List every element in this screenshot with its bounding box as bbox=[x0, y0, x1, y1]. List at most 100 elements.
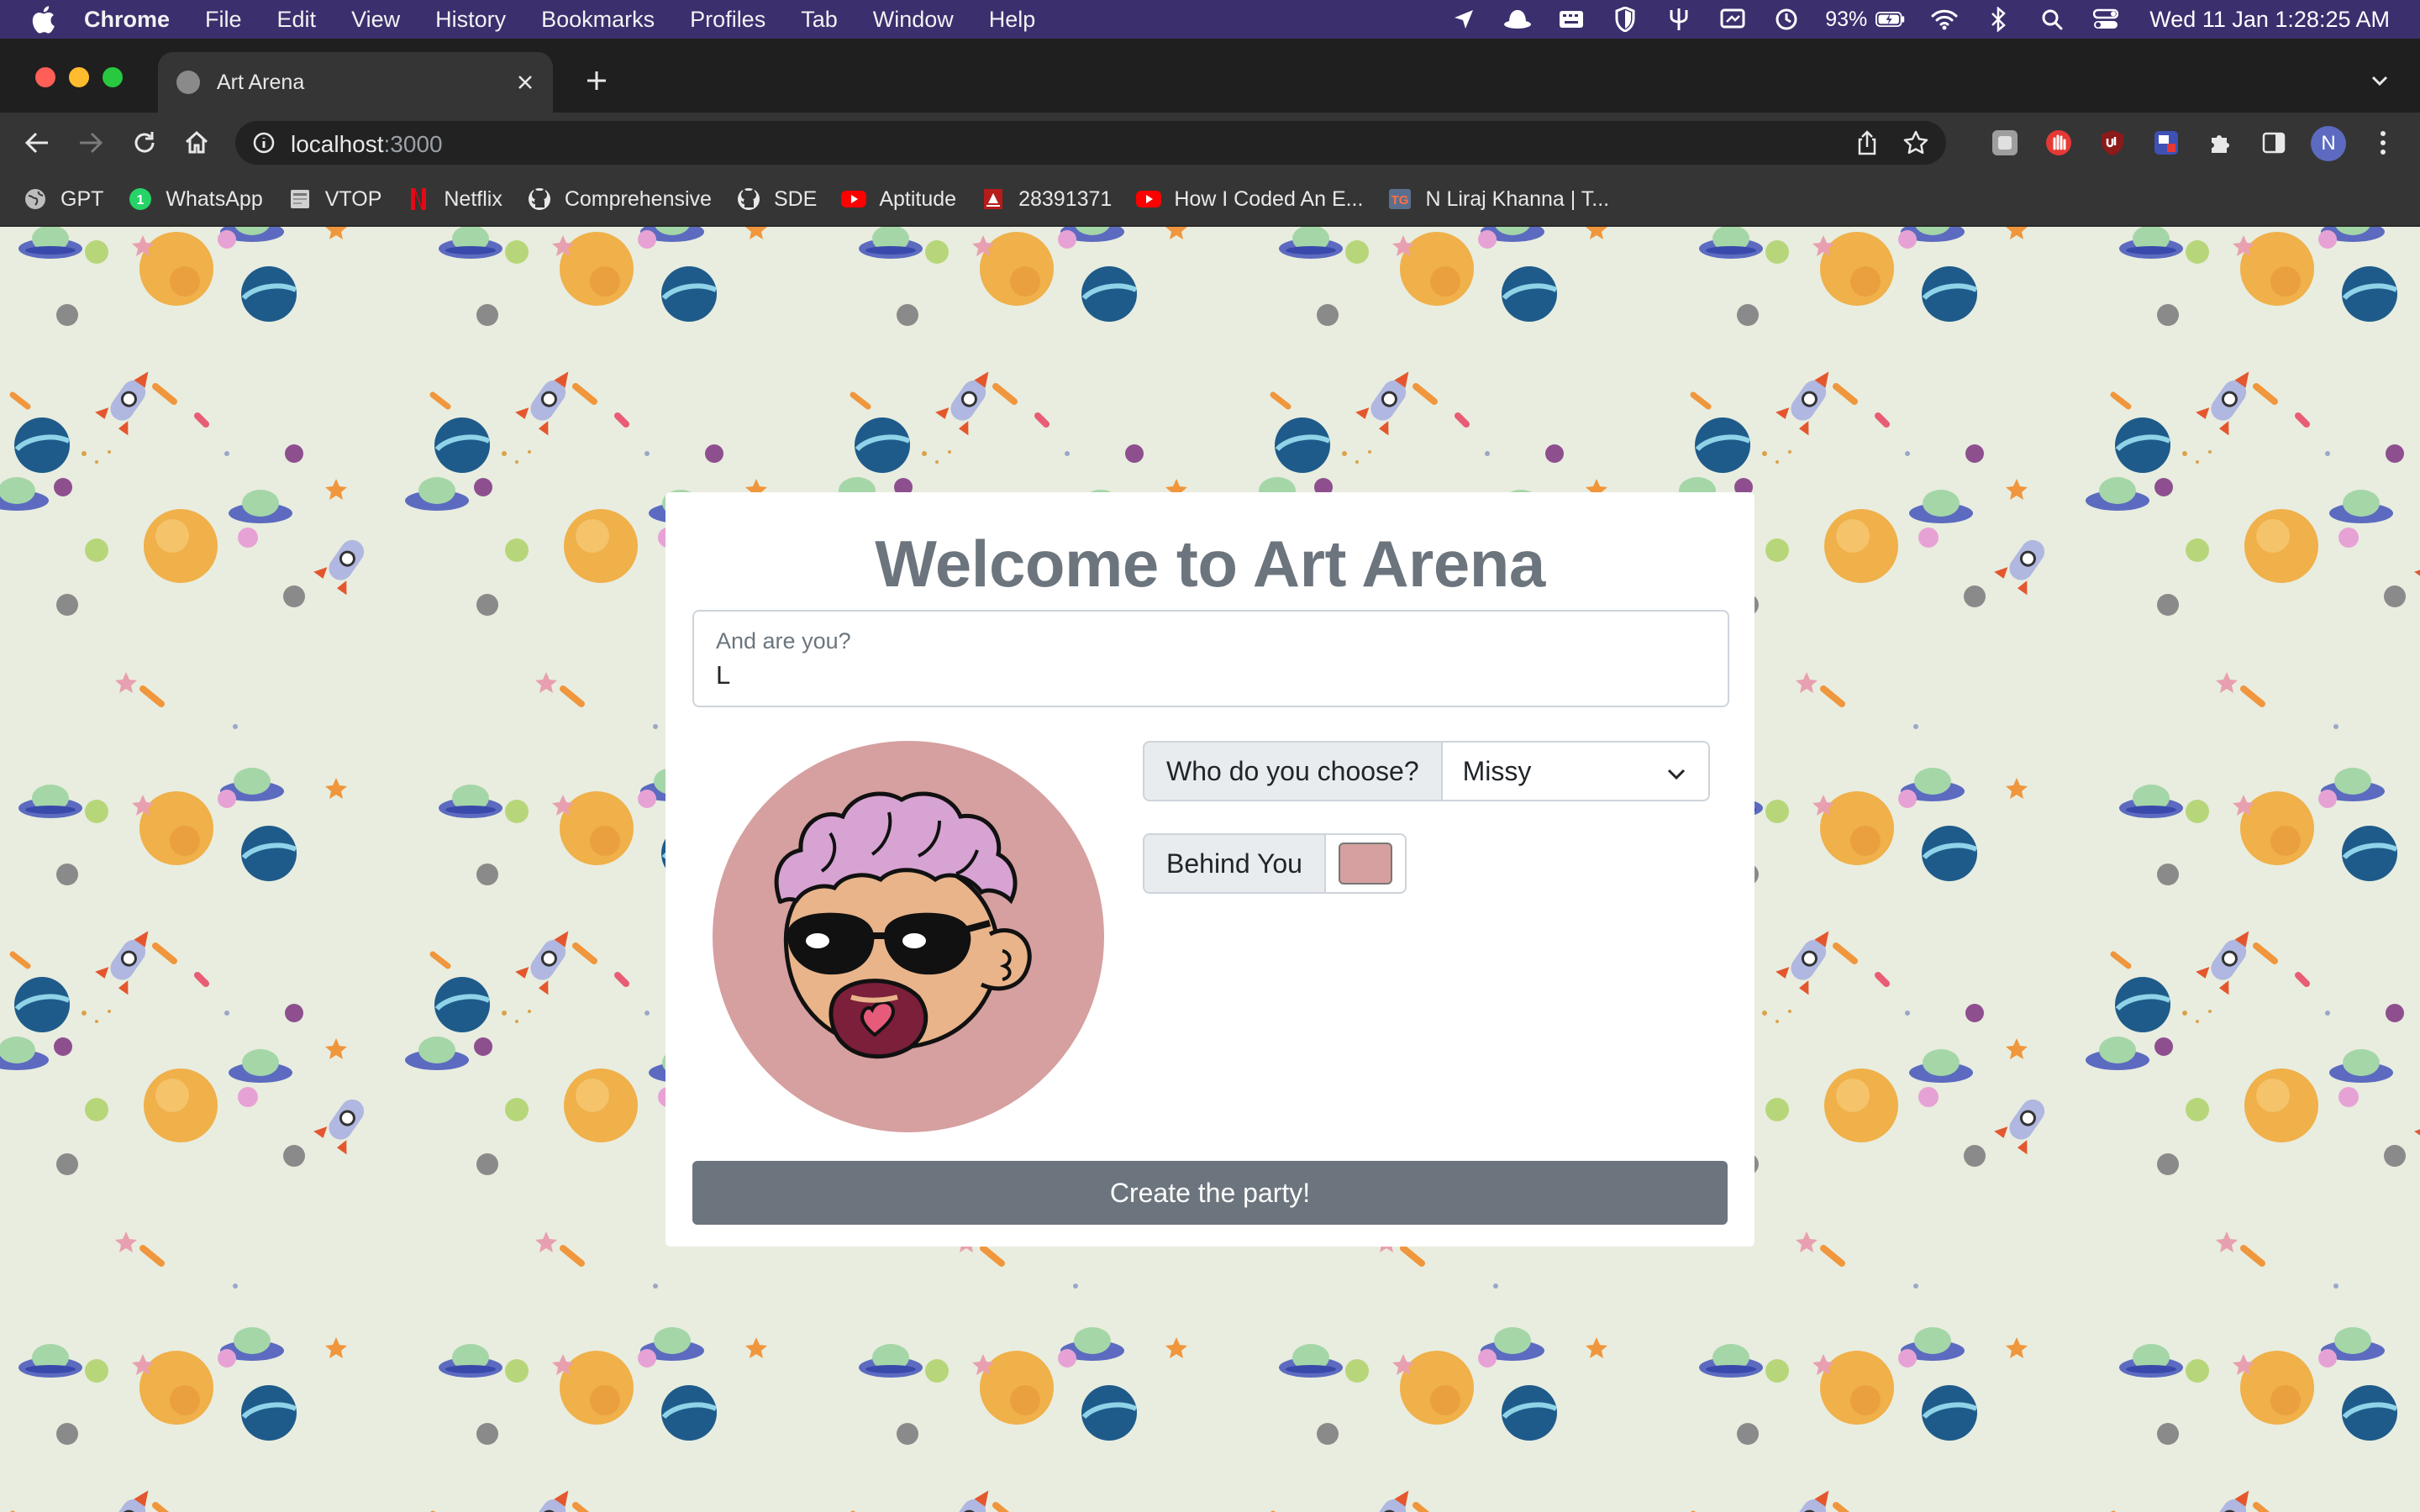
chevron-down-icon[interactable] bbox=[2363, 64, 2396, 97]
bookmark-vtop[interactable]: VTOP bbox=[287, 186, 382, 213]
bookmark-sde[interactable]: SDE bbox=[735, 186, 817, 213]
menu-history[interactable]: History bbox=[435, 7, 506, 33]
home-icon[interactable] bbox=[178, 124, 215, 161]
puzzle-extensions-icon[interactable] bbox=[2203, 126, 2237, 160]
bookmark-star-icon[interactable] bbox=[1902, 129, 1929, 156]
back-arrow-icon[interactable] bbox=[18, 124, 55, 161]
background-color-label: Behind You bbox=[1143, 833, 1326, 894]
bookmark-aptitude[interactable]: Aptitude bbox=[840, 186, 956, 213]
control-center-icon[interactable] bbox=[2091, 4, 2121, 34]
menu-view[interactable]: View bbox=[351, 7, 400, 33]
menubar-clock[interactable]: Wed 11 Jan 1:28:25 AM bbox=[2149, 7, 2390, 33]
bookmark-netflix[interactable]: Netflix bbox=[405, 186, 502, 213]
name-field-value[interactable]: L bbox=[716, 660, 730, 690]
menu-tab[interactable]: Tab bbox=[801, 7, 838, 33]
bookmark-n-liraj-khanna[interactable]: TG N Liraj Khanna | T... bbox=[1386, 186, 1609, 213]
bookmark-label: GPT bbox=[60, 186, 104, 211]
bookmark-label: Comprehensive bbox=[564, 186, 712, 211]
hand-stop-extension-icon[interactable] bbox=[2042, 126, 2075, 160]
tg-icon: TG bbox=[1386, 186, 1413, 213]
character-select-value: Missy bbox=[1462, 755, 1532, 786]
menu-bookmarks[interactable]: Bookmarks bbox=[541, 7, 655, 33]
extension-grey-icon[interactable] bbox=[1988, 126, 2022, 160]
bookmark-label: VTOP bbox=[324, 186, 382, 211]
youtube-icon bbox=[840, 186, 867, 213]
netflix-icon bbox=[405, 186, 432, 213]
info-icon[interactable] bbox=[252, 131, 276, 155]
browser-tab-active[interactable]: Art Arena bbox=[158, 52, 553, 113]
ublock-origin-icon[interactable] bbox=[2096, 126, 2129, 160]
side-panel-icon[interactable] bbox=[2257, 126, 2291, 160]
battery-percentage: 93% bbox=[1825, 7, 1868, 31]
youtube-icon bbox=[1135, 186, 1162, 213]
bookmark-comprehensive[interactable]: Comprehensive bbox=[526, 186, 712, 213]
browser-toolbar: localhost:3000 N bbox=[0, 113, 2420, 173]
globe-icon bbox=[22, 186, 49, 213]
browser-tab-strip: Art Arena bbox=[0, 39, 2420, 113]
name-field[interactable]: And are you? L bbox=[692, 610, 1729, 707]
tab-title: Art Arena bbox=[217, 70, 305, 94]
character-avatar bbox=[713, 741, 1104, 1132]
bookmark-label: N Liraj Khanna | T... bbox=[1425, 186, 1610, 211]
window-close-button[interactable] bbox=[35, 67, 55, 87]
kebab-menu-icon[interactable] bbox=[2366, 126, 2400, 160]
menu-help[interactable]: Help bbox=[989, 7, 1036, 33]
whatsapp-icon: 1 bbox=[127, 186, 154, 213]
bluetooth-icon[interactable] bbox=[1983, 4, 2013, 34]
battery-charging-icon[interactable] bbox=[1876, 4, 1906, 34]
apple-logo-icon[interactable] bbox=[30, 5, 55, 34]
name-field-label: And are you? bbox=[716, 628, 851, 654]
bookmark-28391371[interactable]: 28391371 bbox=[980, 186, 1112, 213]
address-bar[interactable]: localhost:3000 bbox=[235, 121, 1946, 165]
menu-window[interactable]: Window bbox=[873, 7, 954, 33]
background-color-picker[interactable] bbox=[1325, 833, 1407, 894]
share-icon[interactable] bbox=[1854, 129, 1881, 156]
character-select[interactable]: Missy bbox=[1442, 741, 1710, 801]
character-select-group: Who do you choose? Missy bbox=[1143, 741, 1710, 801]
background-color-group: Behind You bbox=[1143, 833, 1407, 894]
menu-profiles[interactable]: Profiles bbox=[690, 7, 765, 33]
save-to-extension-icon[interactable] bbox=[2149, 126, 2183, 160]
incognito-hat-icon[interactable] bbox=[1502, 4, 1533, 34]
bookmark-label: Aptitude bbox=[879, 186, 957, 211]
time-machine-icon[interactable] bbox=[1771, 4, 1802, 34]
bookmark-how-i-coded[interactable]: How I Coded An E... bbox=[1135, 186, 1363, 213]
bookmark-label: SDE bbox=[773, 186, 818, 211]
window-zoom-button[interactable] bbox=[103, 67, 123, 87]
bookmark-label: WhatsApp bbox=[166, 186, 263, 211]
github-icon bbox=[735, 186, 762, 213]
menu-file[interactable]: File bbox=[205, 7, 242, 33]
spotlight-search-icon[interactable] bbox=[2037, 4, 2067, 34]
wifi-icon[interactable] bbox=[1929, 4, 1960, 34]
url-port: :3000 bbox=[383, 131, 443, 157]
menu-app-name[interactable]: Chrome bbox=[84, 7, 170, 33]
menu-edit[interactable]: Edit bbox=[277, 7, 317, 33]
color-swatch bbox=[1338, 843, 1392, 885]
page-icon bbox=[287, 186, 313, 213]
chevron-down-icon bbox=[1665, 761, 1688, 785]
github-icon bbox=[526, 186, 553, 213]
svg-text:TG: TG bbox=[1392, 193, 1409, 207]
fork-icon[interactable] bbox=[1664, 4, 1694, 34]
party-card: Welcome to Art Arena And are you? L Who … bbox=[666, 492, 1754, 1247]
bookmark-label: How I Coded An E... bbox=[1174, 186, 1364, 211]
create-party-button[interactable]: Create the party! bbox=[692, 1161, 1728, 1225]
shield-icon[interactable] bbox=[1610, 4, 1640, 34]
window-minimize-button[interactable] bbox=[69, 67, 89, 87]
location-arrow-icon[interactable] bbox=[1449, 4, 1479, 34]
close-icon[interactable] bbox=[513, 70, 538, 95]
bookmark-label: Netflix bbox=[444, 186, 502, 211]
bookmark-gpt[interactable]: GPT bbox=[22, 186, 103, 213]
svg-text:1: 1 bbox=[137, 193, 145, 207]
keyboard-icon[interactable] bbox=[1556, 4, 1586, 34]
url-text[interactable]: localhost:3000 bbox=[291, 131, 443, 158]
profile-avatar[interactable]: N bbox=[2311, 126, 2346, 161]
bookmarks-bar: GPT 1 WhatsApp VTOP Netflix Comprehensiv… bbox=[0, 173, 2420, 227]
screen-mirroring-icon[interactable] bbox=[1718, 4, 1748, 34]
plus-icon[interactable] bbox=[580, 64, 613, 97]
forward-arrow-icon[interactable] bbox=[72, 124, 109, 161]
reload-icon[interactable] bbox=[126, 124, 163, 161]
macos-menu-bar: Chrome File Edit View History Bookmarks … bbox=[0, 0, 2420, 39]
bookmark-label: 28391371 bbox=[1018, 186, 1113, 211]
bookmark-whatsapp[interactable]: 1 WhatsApp bbox=[127, 186, 263, 213]
